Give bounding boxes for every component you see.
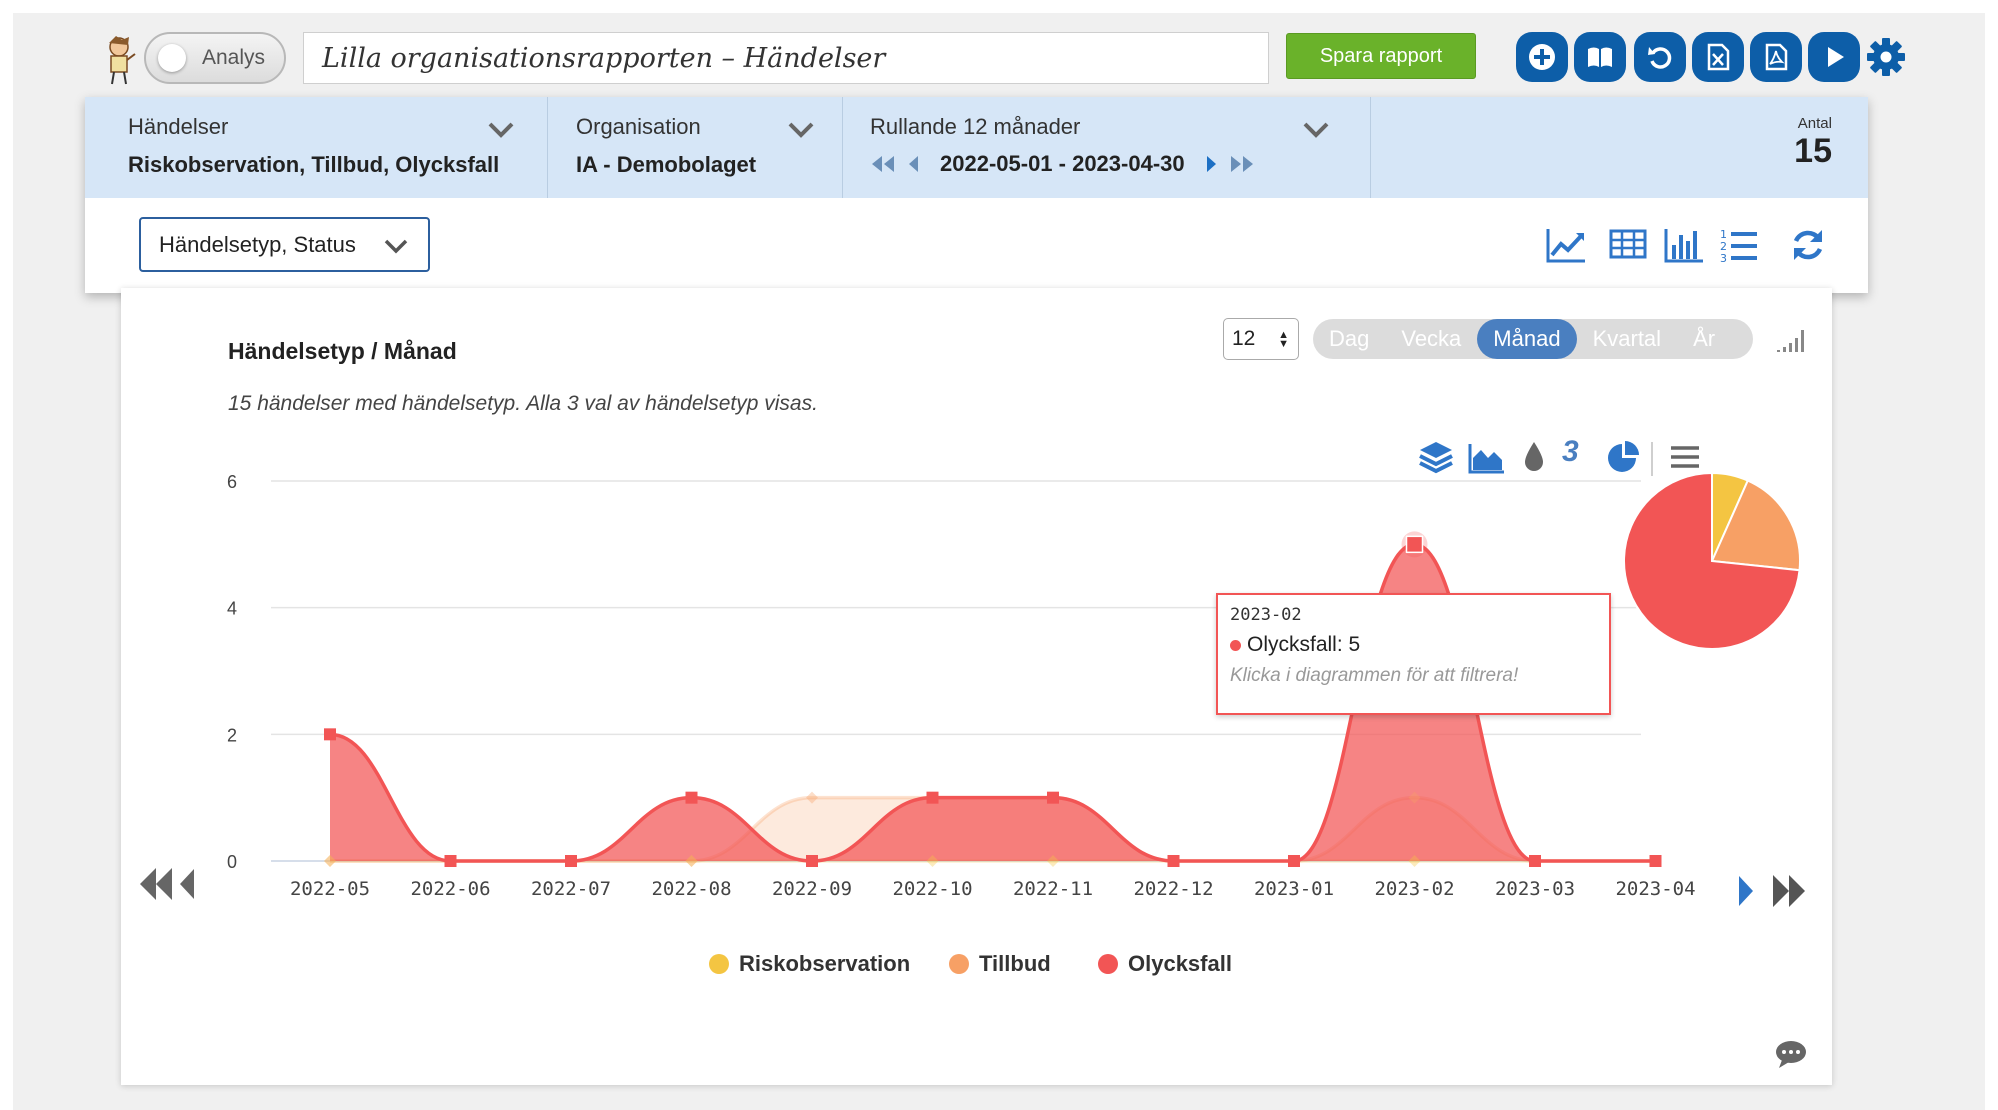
plus-icon	[1529, 44, 1555, 70]
period-filter[interactable]: Rullande 12 månader 2022-05-01 - 2023-04…	[843, 97, 1371, 198]
y-tick-label: 6	[227, 472, 237, 492]
comment-icon[interactable]	[1774, 1038, 1808, 1070]
export-excel-button[interactable]	[1692, 32, 1744, 82]
scroll-left-icon[interactable]	[138, 866, 196, 902]
chevron-down-icon	[1303, 122, 1329, 138]
event-count-label: Antal	[1797, 115, 1832, 132]
chart-card: Händelsetyp / Månad 15 händelser med hän…	[121, 288, 1832, 1085]
data-point[interactable]	[1288, 855, 1300, 867]
top-toolbar: Analys Lilla organisationsrapporten – Hä…	[0, 0, 1998, 100]
tooltip-date: 2023-02	[1230, 605, 1302, 625]
chevron-down-icon	[488, 122, 514, 138]
mascot-logo-icon	[109, 36, 136, 85]
event-count: Antal 15	[1794, 115, 1832, 170]
play-button[interactable]	[1808, 32, 1860, 82]
last-period-icon[interactable]	[1229, 155, 1255, 173]
event-count-value: 15	[1794, 132, 1832, 170]
line-chart-view-icon[interactable]	[1545, 225, 1587, 265]
x-tick-label: 2022-11	[1013, 878, 1093, 900]
chevron-down-icon	[788, 122, 814, 138]
legend-dot	[1098, 954, 1118, 974]
refresh-icon[interactable]	[1787, 225, 1829, 265]
tooltip-series-value: Olycksfall: 5	[1247, 633, 1361, 656]
date-navigator: 2022-05-01 - 2023-04-30	[870, 151, 1370, 177]
scroll-right-icon[interactable]	[1737, 873, 1812, 909]
data-point[interactable]	[324, 728, 336, 741]
data-point[interactable]	[1649, 855, 1662, 867]
y-tick-label: 2	[227, 725, 237, 745]
organisation-filter-value: IA - Demobolaget	[576, 152, 757, 177]
period-range: 2022-05-01 - 2023-04-30	[940, 151, 1185, 176]
x-tick-label: 2022-12	[1133, 878, 1213, 900]
legend-tillbud[interactable]: Tillbud	[949, 951, 1051, 977]
x-tick-label: 2022-07	[531, 878, 611, 900]
add-button[interactable]	[1516, 32, 1568, 82]
undo-icon	[1648, 47, 1672, 69]
grouping-select[interactable]: Händelsetyp, Status	[139, 217, 430, 272]
legend-olycksfall[interactable]: Olycksfall	[1098, 951, 1232, 977]
data-point[interactable]	[444, 855, 457, 867]
tooltip-value: Olycksfall: 5	[1230, 633, 1597, 657]
x-tick-label: 2023-03	[1495, 878, 1575, 900]
filter-row: Händelser Riskobservation, Tillbud, Olyc…	[85, 97, 1868, 198]
grouping-value: Händelsetyp, Status	[159, 231, 356, 257]
pdf-file-icon	[1765, 43, 1788, 71]
legend-label: Olycksfall	[1128, 951, 1232, 976]
book-button[interactable]	[1574, 32, 1626, 82]
series-dot	[1230, 639, 1241, 651]
data-point[interactable]	[1047, 791, 1059, 804]
analysis-mode-toggle[interactable]: Analys	[144, 32, 286, 84]
x-tick-label: 2022-06	[410, 878, 490, 900]
filter-panel: Händelser Riskobservation, Tillbud, Olyc…	[85, 97, 1868, 293]
chevron-down-icon	[384, 239, 408, 254]
data-point[interactable]	[926, 791, 939, 804]
x-tick-label: 2022-10	[892, 878, 972, 900]
next-period-icon[interactable]	[1205, 155, 1217, 173]
save-report-button[interactable]: Spara rapport	[1286, 33, 1476, 79]
legend-label: Tillbud	[979, 951, 1051, 976]
data-point[interactable]	[1529, 855, 1541, 867]
first-period-icon[interactable]	[870, 155, 896, 173]
svg-text:3: 3	[1720, 252, 1727, 265]
x-tick-label: 2022-08	[651, 878, 731, 900]
toggle-knob	[158, 44, 186, 72]
data-point[interactable]	[565, 855, 577, 867]
events-filter[interactable]: Händelser Riskobservation, Tillbud, Olyc…	[85, 97, 548, 198]
excel-file-icon	[1707, 43, 1730, 71]
y-tick-label: 4	[227, 599, 237, 619]
events-filter-value: Riskobservation, Tillbud, Olycksfall	[128, 152, 500, 177]
report-title-input[interactable]: Lilla organisationsrapporten – Händelser	[303, 32, 1269, 84]
events-filter-title: Händelser	[128, 114, 229, 139]
x-tick-label: 2023-04	[1615, 878, 1695, 900]
toggle-label: Analys	[202, 46, 266, 69]
x-tick-label: 2022-05	[290, 878, 370, 900]
play-icon	[1828, 47, 1844, 67]
x-tick-label: 2023-02	[1374, 878, 1454, 900]
y-tick-label: 0	[227, 852, 237, 872]
x-tick-label: 2022-09	[772, 878, 852, 900]
legend-dot	[949, 954, 969, 974]
legend-riskobservation[interactable]: Riskobservation	[709, 951, 910, 977]
data-point[interactable]	[806, 855, 818, 867]
table-view-icon[interactable]	[1607, 225, 1649, 265]
organisation-filter[interactable]: Organisation IA - Demobolaget	[548, 97, 843, 198]
list-view-icon[interactable]: 1 2 3	[1718, 225, 1760, 265]
book-icon	[1588, 47, 1612, 67]
period-filter-title: Rullande 12 månader	[870, 114, 1081, 139]
data-point[interactable]	[685, 791, 698, 804]
data-point[interactable]	[1167, 855, 1180, 867]
legend-dot	[709, 954, 729, 974]
tooltip-hint: Klicka i diagrammen för att filtrera!	[1230, 665, 1519, 686]
highlighted-point[interactable]	[1405, 535, 1424, 554]
settings-gear-icon[interactable]	[1864, 35, 1908, 79]
export-pdf-button[interactable]	[1750, 32, 1802, 82]
bar-chart-view-icon[interactable]	[1663, 225, 1705, 265]
previous-period-icon[interactable]	[908, 155, 920, 173]
chart-tooltip: 2023-02 Olycksfall: 5 Klicka i diagramme…	[1216, 593, 1611, 715]
reset-button[interactable]	[1634, 32, 1686, 82]
legend-label: Riskobservation	[739, 951, 911, 976]
x-tick-label: 2023-01	[1254, 878, 1334, 900]
